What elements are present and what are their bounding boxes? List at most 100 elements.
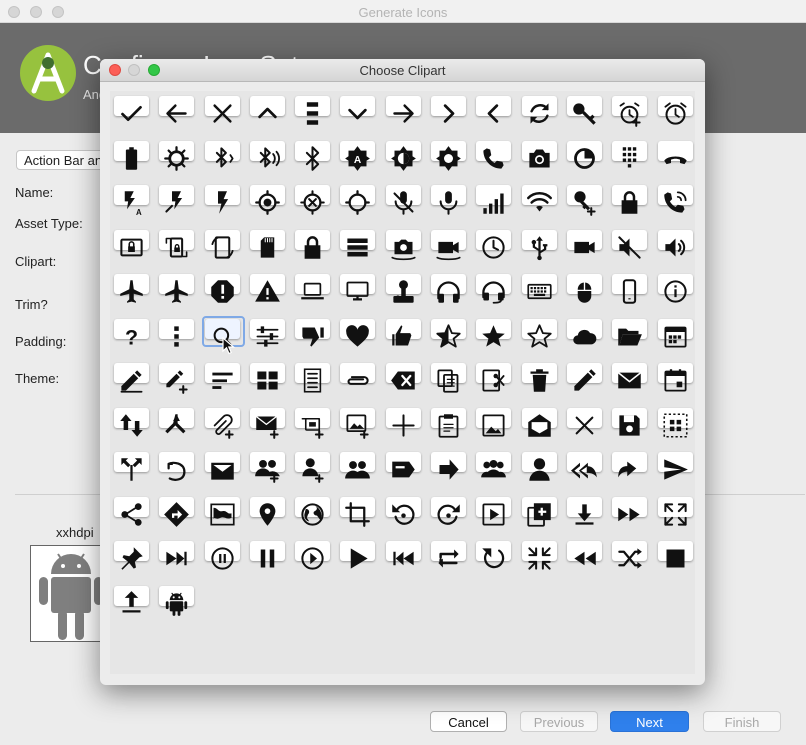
clipart-tile-expand-less[interactable] — [250, 96, 285, 128]
clipart-tile-bluetooth-audio[interactable] — [250, 141, 285, 173]
clipart-tile-play-circle[interactable] — [295, 541, 330, 573]
clipart-tile-storage[interactable] — [340, 230, 375, 262]
clipart-tile-arrow-back[interactable] — [159, 96, 194, 128]
clipart-tile-add-edit[interactable] — [159, 363, 194, 395]
clipart-tile-skip-previous[interactable] — [386, 541, 421, 573]
clipart-tile-brightness-auto[interactable]: A — [340, 141, 375, 173]
clipart-tile-sd-card[interactable] — [250, 230, 285, 262]
clipart-tile-add[interactable] — [386, 408, 421, 440]
clipart-tile-star[interactable] — [476, 319, 511, 351]
clipart-tile-person-add[interactable] — [295, 452, 330, 484]
clipart-tile-call[interactable] — [476, 141, 511, 173]
cancel-button[interactable]: Cancel — [430, 711, 507, 732]
clipart-tile-image-add[interactable] — [340, 408, 375, 440]
clipart-tile-help[interactable]: ? — [114, 319, 149, 351]
clipart-tile-content-copy[interactable] — [431, 363, 466, 395]
clipart-tile-fast-rewind[interactable] — [567, 541, 602, 573]
clipart-tile-stop[interactable] — [658, 541, 693, 573]
clipart-tile-computer[interactable] — [340, 274, 375, 306]
clipart-tile-add-to-photos[interactable] — [522, 497, 557, 529]
clipart-tile-clear[interactable] — [567, 408, 602, 440]
clipart-tile-refresh[interactable] — [522, 96, 557, 128]
clipart-tile-headset-mic[interactable] — [476, 274, 511, 306]
clipart-tile-gps-fixed[interactable] — [250, 185, 285, 217]
clipart-tile-forward[interactable] — [431, 452, 466, 484]
clipart-tile-dialpad[interactable] — [612, 141, 647, 173]
clipart-tile-shuffle[interactable] — [612, 541, 647, 573]
clipart-tile-key-add[interactable] — [567, 185, 602, 217]
clipart-tile-gps-off[interactable] — [295, 185, 330, 217]
clipart-tile-screen-rotation[interactable] — [205, 230, 240, 262]
clipart-tile-usb[interactable] — [522, 230, 557, 262]
clipart-tile-edit-pencil[interactable] — [114, 363, 149, 395]
clipart-tile-bluetooth[interactable] — [295, 141, 330, 173]
clipart-tile-mail-add[interactable] — [250, 408, 285, 440]
clipart-tile-crop[interactable] — [340, 497, 375, 529]
clipart-tile-access-time[interactable] — [476, 230, 511, 262]
clipart-tile-repeat[interactable] — [431, 541, 466, 573]
clipart-tile-flash-on[interactable] — [205, 185, 240, 217]
clipart-tile-save[interactable] — [612, 408, 647, 440]
clipart-tile-undo[interactable] — [159, 452, 194, 484]
clipart-tile-skip-next[interactable] — [159, 541, 194, 573]
finish-button[interactable]: Finish — [703, 711, 781, 732]
clipart-tile-brightness-high[interactable] — [431, 141, 466, 173]
clipart-tile-sort[interactable] — [205, 363, 240, 395]
clipart-tile-share[interactable] — [114, 497, 149, 529]
clipart-tile-group[interactable] — [476, 452, 511, 484]
clipart-tile-view-list[interactable] — [295, 363, 330, 395]
clipart-tile-star-border[interactable] — [522, 319, 557, 351]
clipart-tile-call-end[interactable] — [658, 141, 693, 173]
clipart-tile-mail-open[interactable] — [205, 452, 240, 484]
clipart-tile-switch-camera[interactable] — [386, 230, 421, 262]
clipart-tile-add-alarm[interactable] — [612, 96, 647, 128]
clipart-tile-attach-add[interactable] — [205, 408, 240, 440]
clipart-tile-send[interactable] — [658, 452, 693, 484]
clipart-tile-tune[interactable] — [250, 319, 285, 351]
clipart-tile-mail[interactable] — [612, 363, 647, 395]
clipart-tile-fullscreen[interactable] — [658, 497, 693, 529]
clipart-tile-reply-all[interactable] — [567, 452, 602, 484]
clipart-tile-chevron-right[interactable] — [431, 96, 466, 128]
clipart-tile-switch-video[interactable] — [431, 230, 466, 262]
clipart-tile-rotate[interactable] — [476, 541, 511, 573]
clipart-tile-chevron-left[interactable] — [476, 96, 511, 128]
clipart-tile-laptop[interactable] — [295, 274, 330, 306]
clipart-tile-file-download[interactable] — [567, 497, 602, 529]
clipart-tile-gamepad[interactable] — [386, 274, 421, 306]
clipart-tile-smartphone[interactable] — [612, 274, 647, 306]
clipart-tile-check[interactable] — [114, 96, 149, 128]
clipart-tile-wifi[interactable] — [522, 185, 557, 217]
clipart-tile-person[interactable] — [522, 452, 557, 484]
clipart-tile-flash-off[interactable] — [159, 185, 194, 217]
clipart-tile-folder-open[interactable] — [612, 319, 647, 351]
clipart-tile-content-cut[interactable] — [476, 363, 511, 395]
clipart-tile-fast-forward[interactable] — [612, 497, 647, 529]
clipart-tile-delete[interactable] — [522, 363, 557, 395]
clipart-tile-directions[interactable] — [159, 497, 194, 529]
clipart-tile-airplanemode-inactive[interactable] — [159, 274, 194, 306]
clipart-tile-brightness-medium[interactable] — [386, 141, 421, 173]
clipart-tile-group-add[interactable] — [250, 452, 285, 484]
clipart-tile-info-outline[interactable] — [658, 274, 693, 306]
clipart-tile-lock[interactable] — [612, 185, 647, 217]
clipart-tile-redo[interactable] — [431, 497, 466, 529]
clipart-tile-reply[interactable] — [612, 452, 647, 484]
clipart-tile-call-split[interactable] — [114, 452, 149, 484]
clipart-tile-data-usage[interactable] — [567, 141, 602, 173]
clipart-tile-arrow-forward[interactable] — [386, 96, 421, 128]
clipart-tile-replay[interactable] — [386, 497, 421, 529]
clipart-tile-lock-closed[interactable] — [295, 230, 330, 262]
clipart-tile-slideshow[interactable] — [476, 497, 511, 529]
clipart-tile-label[interactable] — [386, 452, 421, 484]
clipart-tile-attachment[interactable] — [340, 363, 375, 395]
clipart-tile-signal-cellular[interactable] — [476, 185, 511, 217]
clipart-tile-content-paste[interactable] — [431, 408, 466, 440]
clipart-tile-vpn-key[interactable] — [567, 96, 602, 128]
clipart-tile-event[interactable] — [658, 363, 693, 395]
clipart-tile-photo-camera[interactable] — [522, 141, 557, 173]
clipart-tile-thumb-down[interactable] — [295, 319, 330, 351]
clipart-tile-cloud[interactable] — [567, 319, 602, 351]
clipart-tile-pin[interactable] — [114, 541, 149, 573]
clipart-tile-thumb-up[interactable] — [386, 319, 421, 351]
